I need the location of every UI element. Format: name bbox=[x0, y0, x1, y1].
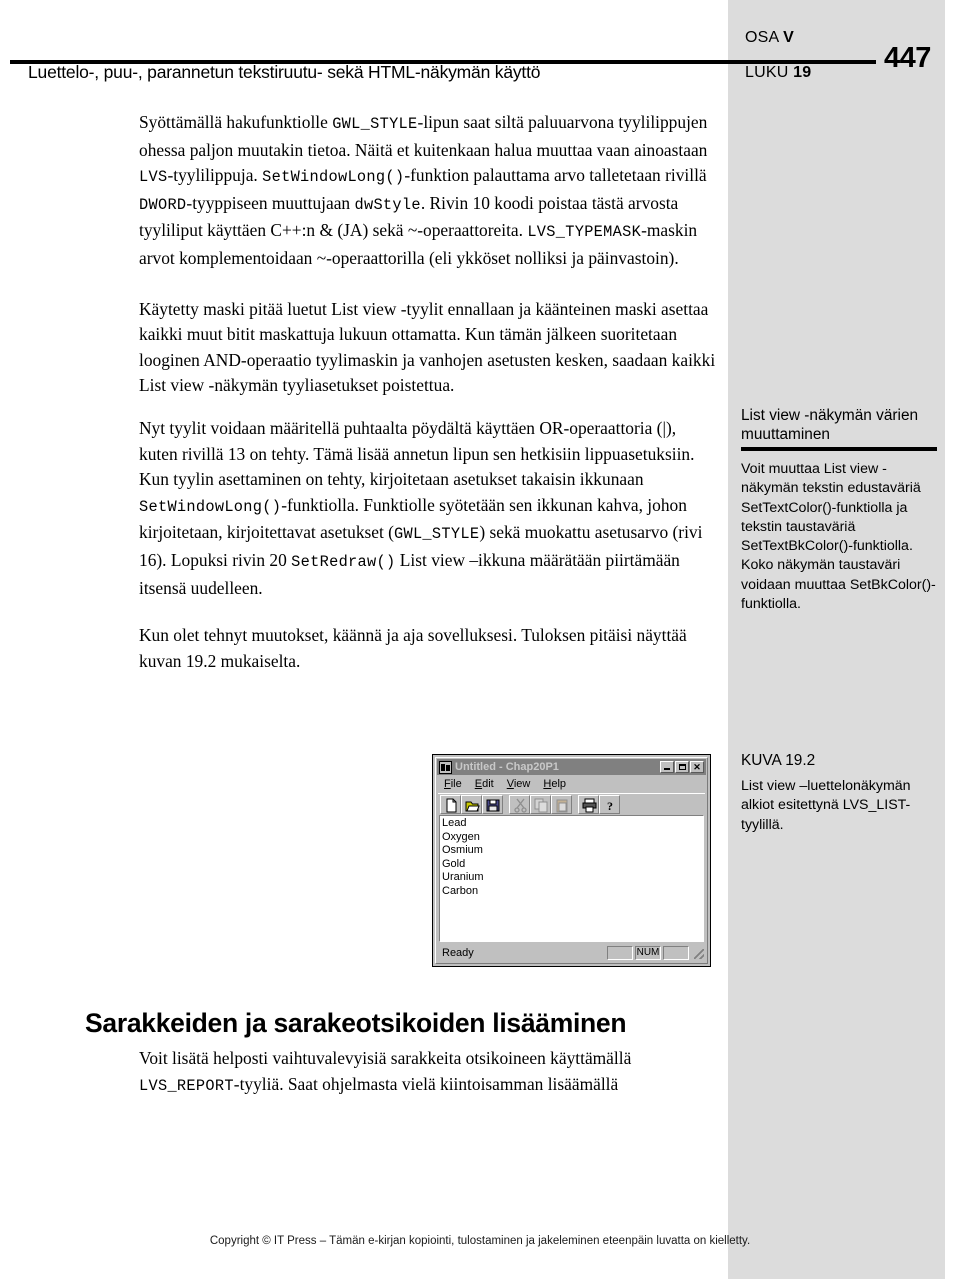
margin-note: List view -näkymän värien muuttaminen Vo… bbox=[741, 406, 938, 614]
copy-icon bbox=[530, 794, 551, 814]
margin-note-text: Voit muuttaa List view -näkymän tekstin … bbox=[741, 461, 936, 613]
maximize-button[interactable] bbox=[675, 761, 689, 773]
window-titlebar[interactable]: Untitled - Chap20P1 ✕ bbox=[437, 759, 706, 775]
list-item[interactable]: Uranium bbox=[442, 871, 703, 885]
p1-seg-3: -tyylilippuja. bbox=[167, 165, 263, 186]
sp1-code-1: LVS_REPORT bbox=[139, 1076, 234, 1095]
new-icon[interactable] bbox=[440, 794, 461, 814]
paragraph-2: Käytetty maski pitää luetut List view -t… bbox=[139, 298, 716, 396]
menu-file[interactable]: File bbox=[444, 778, 462, 790]
right-gray-column bbox=[728, 0, 945, 1279]
sp1-seg-1: Voit lisätä helposti vaihtuvalevyisiä sa… bbox=[139, 1048, 632, 1068]
chapter-label-text: LUKU bbox=[745, 64, 789, 81]
main-text-column: Syöttämällä hakufunktiolle GWL_STYLE-lip… bbox=[139, 110, 717, 691]
margin-note-title: List view -näkymän värien muuttaminen bbox=[741, 407, 919, 443]
p3-code-1: SetWindowLong() bbox=[139, 497, 282, 516]
p1-seg-4: -funktion palauttama arvo talletetaan ri… bbox=[404, 165, 707, 186]
open-icon[interactable] bbox=[461, 794, 482, 814]
p3-seg-1: Nyt tyylit voidaan määritellä puhtaalta … bbox=[139, 417, 695, 490]
list-item[interactable]: Osmium bbox=[442, 844, 703, 858]
save-icon[interactable] bbox=[482, 794, 503, 814]
list-item[interactable]: Oxygen bbox=[442, 831, 703, 845]
figure-caption-label: KUVA 19.2 bbox=[741, 752, 816, 769]
sp1-seg-2: -tyyliä. Saat ohjelmasta vielä kiintoisa… bbox=[233, 1073, 619, 1094]
list-item[interactable]: Lead bbox=[442, 817, 703, 831]
menu-edit-rest: dit bbox=[482, 778, 494, 790]
menu-file-rest: ile bbox=[450, 778, 462, 790]
margin-note-rule bbox=[741, 447, 937, 451]
chapter-value: 19 bbox=[793, 64, 812, 81]
section-paragraph-1: Voit lisätä helposti vaihtuvalevyisiä sa… bbox=[139, 1046, 717, 1099]
paragraph-3: Nyt tyylit voidaan määritellä puhtaalta … bbox=[139, 416, 717, 601]
menu-edit[interactable]: Edit bbox=[475, 778, 494, 790]
status-pane-1 bbox=[607, 945, 633, 960]
p3-code-2: GWL_STYLE bbox=[393, 525, 480, 544]
copyright-footer: Copyright © IT Press – Tämän e-kirjan ko… bbox=[209, 1235, 751, 1247]
p1-code-6: LVS_TYPEMASK bbox=[527, 223, 642, 242]
part-label: OSA V bbox=[745, 29, 794, 47]
paragraph-4: Kun olet tehnyt muutokset, käännä ja aja… bbox=[139, 625, 687, 671]
menu-help-rest: elp bbox=[551, 778, 567, 790]
listview-control[interactable]: Lead Oxygen Osmium Gold Uranium Carbon bbox=[439, 815, 704, 942]
window-controls: ✕ bbox=[660, 761, 704, 773]
p1-seg-1: Syöttämällä hakufunktiolle bbox=[139, 112, 333, 132]
list-item[interactable]: Carbon bbox=[442, 885, 703, 899]
section-heading: Sarakkeiden ja sarakeotsikoiden lisäämin… bbox=[85, 1008, 627, 1038]
paste-icon bbox=[551, 794, 572, 814]
menu-view-rest: iew bbox=[513, 778, 531, 790]
app-icon bbox=[439, 760, 452, 774]
p1-code-1: GWL_STYLE bbox=[332, 115, 418, 133]
figure-app-window: Untitled - Chap20P1 ✕ File Edit View Hel… bbox=[432, 754, 711, 967]
print-icon[interactable] bbox=[578, 794, 599, 814]
window-toolbar: ? bbox=[438, 793, 705, 814]
close-button[interactable]: ✕ bbox=[690, 761, 704, 773]
about-icon[interactable]: ? bbox=[599, 794, 620, 814]
p3-code-3: SetRedraw() bbox=[291, 552, 396, 571]
part-value: V bbox=[783, 29, 795, 46]
window-menubar: File Edit View Help bbox=[436, 775, 707, 792]
svg-text:?: ? bbox=[607, 799, 613, 813]
window-client-area: Untitled - Chap20P1 ✕ File Edit View Hel… bbox=[435, 757, 708, 964]
window-statusbar: Ready NUM bbox=[439, 944, 704, 961]
paragraph-1: Syöttämällä hakufunktiolle GWL_STYLE-lip… bbox=[139, 110, 717, 272]
status-pane-3 bbox=[663, 945, 689, 960]
figure-caption: KUVA 19.2 List view –luettelonäkymän alk… bbox=[741, 752, 941, 835]
minimize-button[interactable] bbox=[660, 761, 674, 773]
resize-grip[interactable] bbox=[692, 947, 704, 959]
p1-code-4: DWORD bbox=[139, 195, 187, 214]
cut-icon bbox=[509, 794, 530, 814]
chapter-label: LUKU 19 bbox=[745, 64, 811, 82]
status-message: Ready bbox=[442, 946, 474, 959]
section-text-column: Voit lisätä helposti vaihtuvalevyisiä sa… bbox=[139, 1046, 717, 1116]
page-number: 447 bbox=[884, 42, 931, 74]
running-head: Luettelo-, puu-, parannetun tekstiruutu-… bbox=[28, 62, 541, 82]
p1-seg-5: -tyyppiseen muuttujaan bbox=[186, 192, 355, 213]
window-title: Untitled - Chap20P1 bbox=[455, 761, 559, 773]
part-label-text: OSA bbox=[745, 29, 779, 46]
p1-code-3: SetWindowLong() bbox=[262, 168, 405, 187]
menu-help[interactable]: Help bbox=[543, 778, 566, 790]
status-pane-num: NUM bbox=[635, 945, 661, 960]
menu-view[interactable]: View bbox=[507, 778, 531, 790]
p1-code-2: LVS bbox=[139, 168, 168, 187]
p1-code-5: dwStyle bbox=[354, 195, 421, 214]
list-item[interactable]: Gold bbox=[442, 858, 703, 872]
figure-caption-text: List view –luettelonäkymän alkiot esitet… bbox=[741, 778, 911, 833]
